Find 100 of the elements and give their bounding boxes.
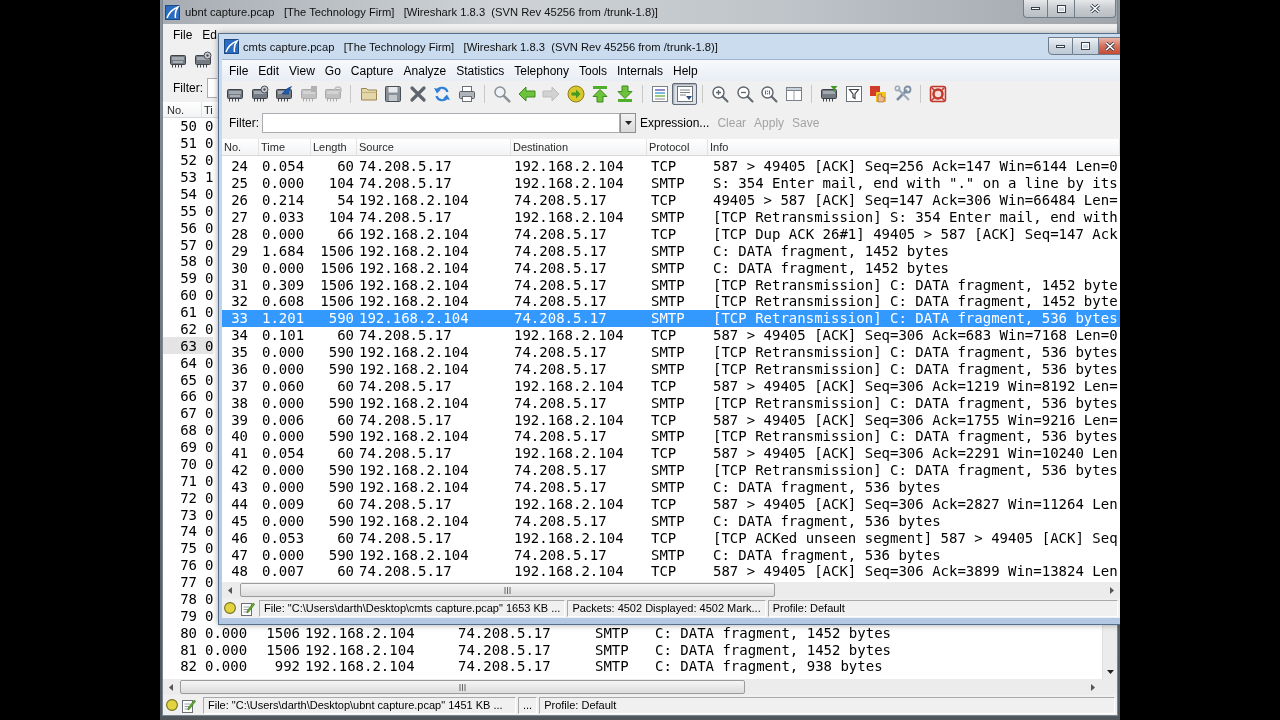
packet-row[interactable]: 50 0	[163, 118, 214, 135]
close-button[interactable]	[1075, 0, 1116, 18]
packet-row[interactable]: 46 0.053 60 74.208.5.17 192.168.2.104 TCP [TCP ACKed unseen segment] 587 > 49405 [ACK] Seq	[222, 529, 1120, 547]
protocol-name: TCP	[650, 411, 678, 428]
packet-row[interactable]: 61 0	[163, 303, 214, 321]
source-address: 74.208.5.17	[358, 209, 453, 226]
menu-item[interactable]: Edit	[253, 63, 285, 78]
packet-row[interactable]: 55 0	[163, 202, 214, 220]
packet-row[interactable]: 53 1	[163, 168, 214, 186]
packet-row[interactable]: 35 0.000 590 192.168.2.104 74.208.5.17 SMTP [TCP Retransmission] C: DATA fragment, 536 bytes	[222, 343, 1120, 361]
packet-row[interactable]: 47 0.000 590 192.168.2.104 74.208.5.17 SMTP C: DATA fragment, 536 bytes	[222, 546, 1120, 563]
packet-row[interactable]: 62 0	[163, 320, 214, 338]
menu-item[interactable]: File	[168, 28, 198, 42]
packet-row[interactable]: 75 0	[163, 539, 214, 557]
menu-item[interactable]: Go	[319, 63, 346, 78]
minimize-button[interactable]	[1023, 0, 1048, 18]
packet-time: 0.214	[261, 192, 306, 209]
packet-row[interactable]: 60 0	[163, 286, 214, 304]
toolbar-button[interactable]	[672, 83, 697, 105]
filter-field[interactable]	[262, 113, 620, 133]
packet-row[interactable]: 67 0	[163, 404, 214, 422]
column-header[interactable]: Destination	[511, 139, 647, 155]
packet-row[interactable]: 81 0.000 1506 192.168.2.104 74.208.5.17 SMTP C: DATA fragment, 1452 bytes	[163, 641, 1102, 658]
filter-field[interactable]	[207, 78, 217, 98]
menu-item[interactable]: Tools	[574, 63, 612, 78]
packet-row[interactable]: 29 1.684 1506 192.168.2.104 74.208.5.17 SMTP C: DATA fragment, 1452 bytes	[222, 242, 1120, 260]
scrollbar-thumb[interactable]	[180, 680, 745, 694]
packet-row[interactable]: 36 0.000 590 192.168.2.104 74.208.5.17 SMTP [TCP Retransmission] C: DATA fragment, 536 bytes	[222, 360, 1120, 378]
packet-row[interactable]: 45 0.000 590 192.168.2.104 74.208.5.17 SMTP C: DATA fragment, 536 bytes	[222, 512, 1120, 530]
packet-row[interactable]: 41 0.054 60 74.208.5.17 192.168.2.104 TCP 587 > 49405 [ACK] Seq=306 Ack=2291 Win=10240 Len	[222, 444, 1120, 462]
packet-row[interactable]: 27 0.033 104 74.208.5.17 192.168.2.104 SMTP [TCP Retransmission] S: 354 Enter mail, end with	[222, 208, 1120, 226]
packet-row[interactable]: 58 0	[163, 253, 214, 270]
notepad-pencil-icon[interactable]	[241, 600, 255, 616]
packet-row[interactable]: 82 0.000 992 192.168.2.104 74.208.5.17 SMTP C: DATA fragment, 938 bytes	[163, 658, 1102, 675]
packet-row[interactable]: 24 0.054 60 74.208.5.17 192.168.2.104 TCP 587 > 49405 [ACK] Seq=256 Ack=147 Win=6144 Len=0	[222, 158, 1120, 175]
packet-row[interactable]: 78 0	[163, 590, 214, 608]
packet-row[interactable]: 63 0	[163, 337, 214, 355]
packet-row[interactable]: 28 0.000 66 192.168.2.104 74.208.5.17 TCP [TCP Dup ACK 26#1] 49405 > 587 [ACK] Seq=147 Ack	[222, 225, 1120, 243]
packet-row[interactable]: 38 0.000 590 192.168.2.104 74.208.5.17 SMTP [TCP Retransmission] C: DATA fragment, 536 bytes	[222, 394, 1120, 412]
packet-row[interactable]: 74 0	[163, 523, 214, 540]
packet-row[interactable]: 26 0.214 54 192.168.2.104 74.208.5.17 TCP 49405 > 587 [ACK] Seq=147 Ack=306 Win=66484 Len=	[222, 191, 1120, 209]
protocol-name: TCP	[650, 445, 678, 462]
column-header[interactable]: No.	[222, 139, 259, 155]
menu-item[interactable]: Statistics	[451, 63, 510, 78]
packet-row[interactable]: 56 0	[163, 219, 214, 237]
packet-row[interactable]: 80 0.000 1506 192.168.2.104 74.208.5.17 SMTP C: DATA fragment, 1452 bytes	[163, 624, 1102, 642]
menu-item[interactable]: Help	[668, 63, 703, 78]
packet-row[interactable]: 42 0.000 590 192.168.2.104 74.208.5.17 SMTP [TCP Retransmission] C: DATA fragment, 536 bytes	[222, 461, 1120, 479]
packet-row[interactable]: 69 0	[163, 438, 214, 456]
column-header[interactable]: Protocol	[647, 139, 708, 155]
packet-row[interactable]: 72 0	[163, 489, 214, 507]
notepad-pencil-icon[interactable]	[182, 697, 196, 713]
packet-row[interactable]: 44 0.009 60 74.208.5.17 192.168.2.104 TCP 587 > 49405 [ACK] Seq=306 Ack=2827 Win=11264 Len	[222, 495, 1120, 513]
packet-row[interactable]: 34 0.101 60 74.208.5.17 192.168.2.104 TCP 587 > 49405 [ACK] Seq=306 Ack=683 Win=7168 Len=0	[222, 326, 1120, 344]
menu-item[interactable]: View	[284, 63, 320, 78]
menu-item[interactable]: Capture	[345, 63, 399, 78]
column-header[interactable]: Ti	[202, 102, 213, 117]
column-header[interactable]: Source	[357, 139, 511, 155]
packet-row[interactable]: 52 0	[163, 151, 214, 169]
packet-row[interactable]: 59 0	[163, 269, 214, 287]
packet-row[interactable]: 54 0	[163, 185, 214, 203]
packet-row[interactable]: 37 0.060 60 74.208.5.17 192.168.2.104 TCP 587 > 49405 [ACK] Seq=306 Ack=1219 Win=8192 Len=	[222, 377, 1120, 395]
packet-row[interactable]: 51 0	[163, 134, 214, 152]
filter-dropdown-button[interactable]	[620, 113, 636, 133]
column-header[interactable]: No.	[163, 102, 202, 117]
packet-row[interactable]: 77 0	[163, 573, 214, 591]
packet-info: [TCP Retransmission] C: DATA fragment, 536 bytes	[712, 360, 1119, 377]
packet-row[interactable]: 73 0	[163, 506, 214, 523]
list-icon	[651, 85, 670, 103]
menu-item[interactable]: Analyze	[398, 63, 452, 78]
packet-row[interactable]: 48 0.007 60 74.208.5.17 192.168.2.104 TCP 587 > 49405 [ACK] Seq=306 Ack=3899 Win=13824 Len	[222, 563, 1120, 580]
packet-row[interactable]: 31 0.309 1506 192.168.2.104 74.208.5.17 SMTP [TCP Retransmission] C: DATA fragment, 1452 byte	[222, 276, 1120, 293]
packet-row[interactable]: 68 0	[163, 421, 214, 439]
packet-row[interactable]: 65 0	[163, 371, 214, 388]
packet-row[interactable]: 66 0	[163, 388, 214, 405]
column-header[interactable]: Time	[259, 139, 311, 155]
packet-row[interactable]: 43 0.000 590 192.168.2.104 74.208.5.17 SMTP C: DATA fragment, 536 bytes	[222, 478, 1120, 496]
minimize-button[interactable]	[1048, 37, 1073, 55]
menu-item[interactable]: Internals	[612, 63, 669, 78]
packet-row[interactable]: 40 0.000 590 192.168.2.104 74.208.5.17 SMTP [TCP Retransmission] C: DATA fragment, 536 bytes	[222, 428, 1120, 445]
column-header[interactable]: Length	[311, 139, 357, 155]
expression-button[interactable]: Expression...	[636, 116, 714, 130]
menu-item[interactable]: Ed	[197, 28, 223, 42]
packet-row[interactable]: 25 0.000 104 74.208.5.17 192.168.2.104 SMTP S: 354 Enter mail, end with "." on a line by its	[222, 174, 1120, 192]
packet-row[interactable]: 76 0	[163, 556, 214, 574]
packet-row[interactable]: 64 0	[163, 354, 214, 372]
packet-row[interactable]: 32 0.608 1506 192.168.2.104 74.208.5.17 SMTP [TCP Retransmission] C: DATA fragment, 1452 byte	[222, 293, 1120, 310]
packet-row[interactable]: 30 0.000 1506 192.168.2.104 74.208.5.17 SMTP C: DATA fragment, 1452 bytes	[222, 259, 1120, 277]
source-address: 74.208.5.17	[358, 563, 453, 580]
scrollbar-thumb[interactable]	[240, 583, 775, 597]
packet-row[interactable]: 57 0	[163, 236, 214, 253]
maximize-button[interactable]	[1073, 37, 1099, 55]
packet-row[interactable]: 71 0	[163, 472, 214, 490]
menu-item[interactable]: File	[224, 63, 254, 78]
packet-row[interactable]: 39 0.006 60 74.208.5.17 192.168.2.104 TCP 587 > 49405 [ACK] Seq=306 Ack=1755 Win=9216 Len=	[222, 411, 1120, 428]
packet-row[interactable]: 70 0	[163, 455, 214, 473]
menu-item[interactable]: Telephony	[509, 63, 574, 78]
close-button[interactable]	[1099, 37, 1120, 55]
maximize-button[interactable]	[1048, 0, 1075, 18]
packet-row[interactable]: 79 0	[163, 607, 214, 625]
